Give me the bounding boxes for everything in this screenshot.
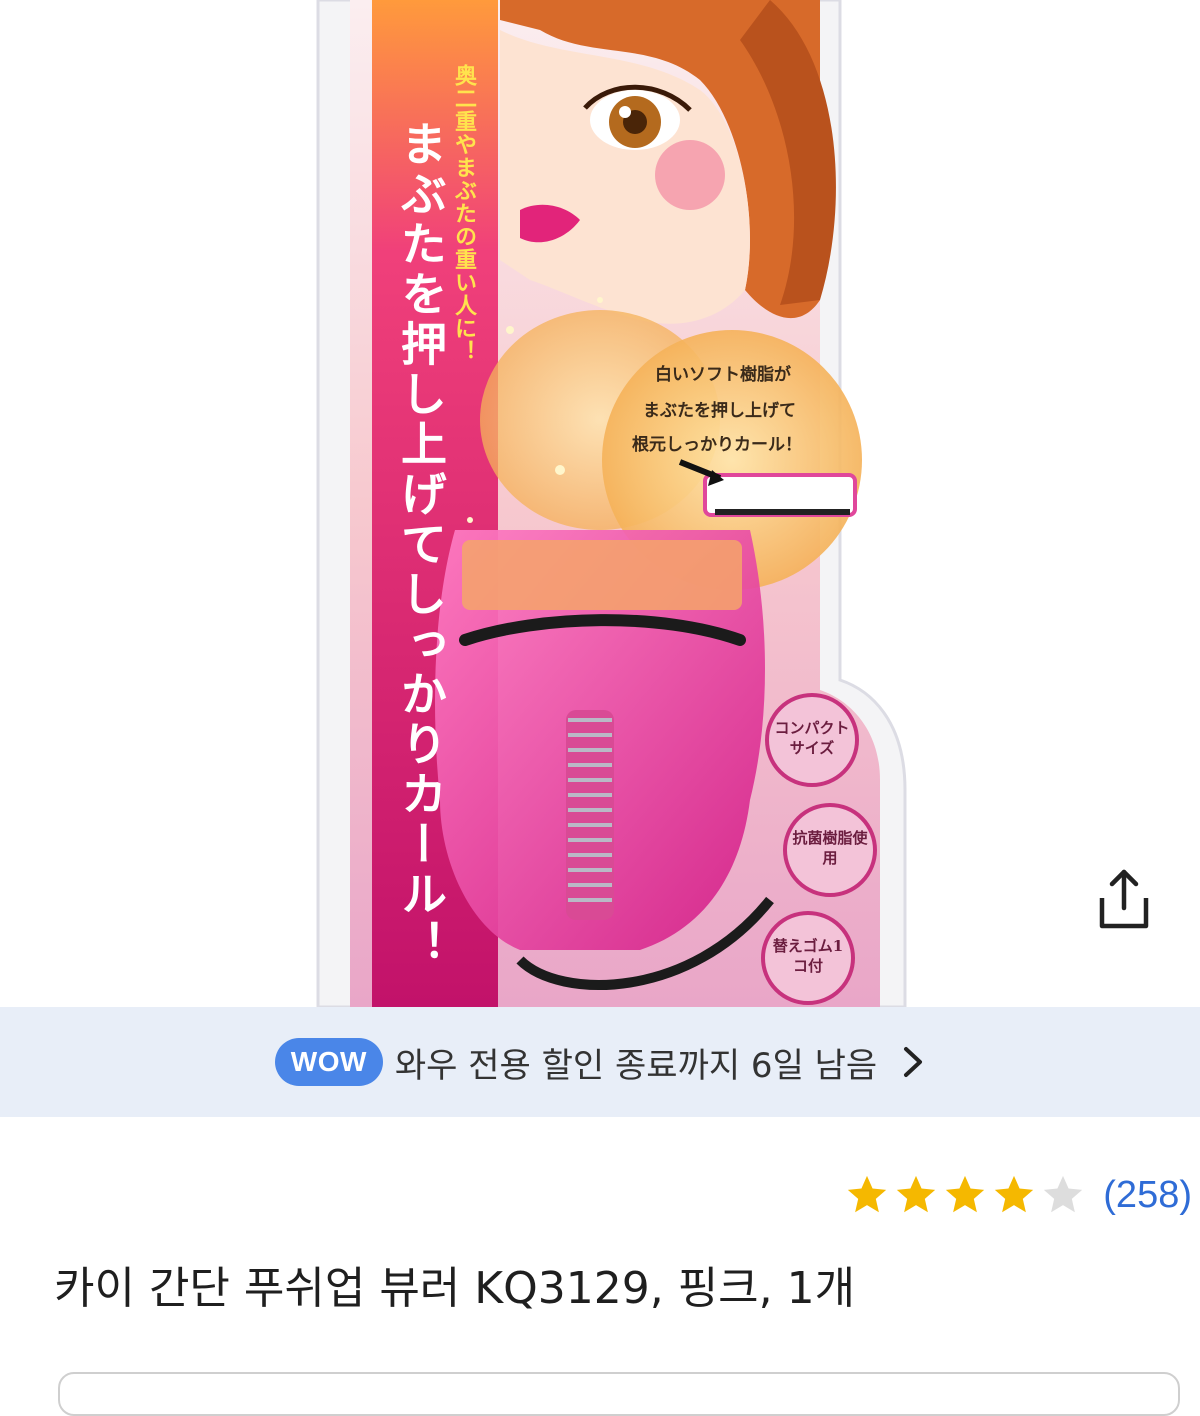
share-icon	[1099, 869, 1149, 929]
badge-antibacterial: 抗菌樹脂使用	[792, 829, 868, 867]
package-main-text: まぶたを押し上げてしっかりカール！	[394, 120, 448, 970]
wow-badge: WOW	[274, 1038, 383, 1086]
eyelash-curler-package-illustration	[316, 0, 907, 1007]
review-count-link[interactable]: (258)	[1103, 1174, 1192, 1217]
callout-text-line-1: 白いソフト樹脂が	[655, 365, 791, 385]
option-selector-box[interactable]	[58, 1372, 1180, 1416]
rating-row[interactable]: (258)	[844, 1170, 1192, 1220]
star-empty-icon	[1044, 1175, 1083, 1213]
product-image[interactable]: まぶたを押し上げてしっかりカール！ 奥二重やまぶたの重い人に！ 白いソフト樹脂が…	[0, 0, 1200, 1007]
callout-text-line-3: 根元しっかりカール！	[632, 435, 802, 455]
star-filled-icon	[848, 1175, 887, 1213]
package-sub-text: 奥二重やまぶたの重い人に！	[451, 64, 477, 363]
product-title: 카이 간단 푸쉬업 뷰러 KQ3129, 핑크, 1개	[54, 1263, 856, 1314]
wow-discount-banner[interactable]: WOW 와우 전용 할인 종료까지 6일 남음	[0, 1007, 1200, 1117]
wow-discount-text: 와우 전용 할인 종료까지 6일 남음	[394, 1045, 878, 1086]
callout-text-line-2: まぶたを押し上げて	[643, 401, 796, 421]
badge-spare-rubber: 替えゴム1コ付	[772, 937, 844, 975]
chevron-right-icon	[904, 1047, 923, 1077]
star-filled-icon	[946, 1175, 985, 1213]
share-button[interactable]	[1088, 864, 1160, 936]
star-filled-icon	[897, 1175, 936, 1213]
badge-compact-size: コンパクトサイズ	[774, 719, 850, 757]
star-filled-icon	[995, 1175, 1034, 1213]
